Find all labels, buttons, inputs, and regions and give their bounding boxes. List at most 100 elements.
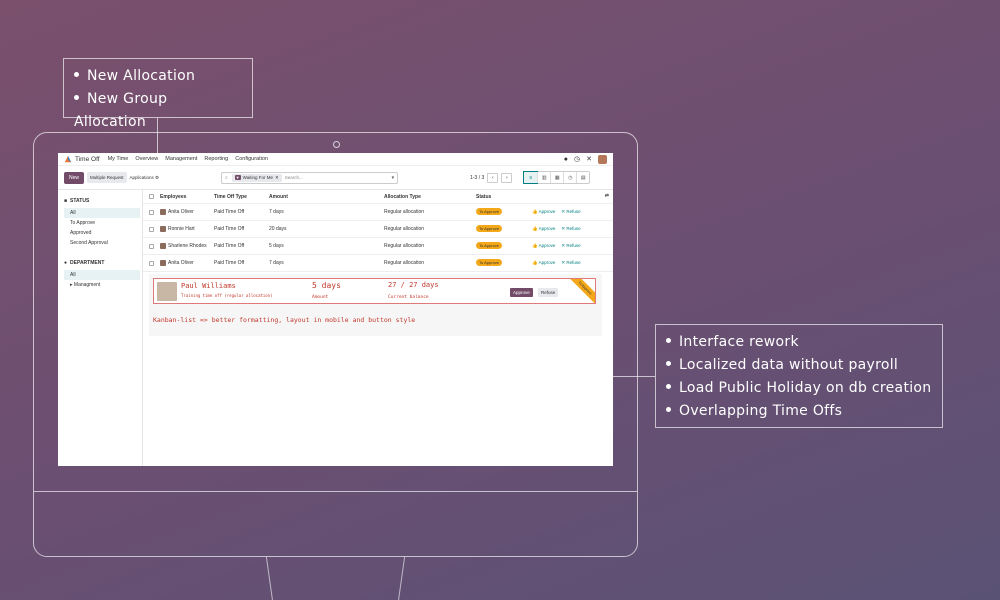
- row-checkbox[interactable]: [149, 243, 154, 249]
- avatar: [160, 226, 166, 232]
- list-view-icon[interactable]: ≡: [523, 171, 539, 184]
- table-row[interactable]: Ronnie Hart Paid Time Off 20 days Regula…: [143, 221, 613, 238]
- status-cell: To Approve: [476, 225, 532, 232]
- employee-cell: Anita Oliver: [160, 209, 214, 215]
- col-allocation-type[interactable]: Allocation Type: [384, 194, 476, 200]
- row-checkbox[interactable]: [149, 226, 154, 232]
- multiple-request-button[interactable]: Multiple Request: [87, 172, 127, 183]
- status-item-approved[interactable]: Approved: [64, 228, 140, 238]
- table-row[interactable]: Sharlene Rhodes Paid Time Off 5 days Reg…: [143, 238, 613, 255]
- status-cell: To Approve: [476, 208, 532, 215]
- department-title: DEPARTMENT: [70, 260, 105, 266]
- feature-callout-improvements: Interface rework Localized data without …: [655, 324, 943, 428]
- control-panel: New Multiple Request Applications ⚙ ⌕ ▼ …: [58, 166, 613, 190]
- pivot-view-icon[interactable]: ▤: [576, 172, 589, 183]
- department-item-managment[interactable]: ▸ Managment: [64, 280, 140, 290]
- monitor-stand: [265, 557, 274, 600]
- kanban-mockup: Paul Williams Training time off (regular…: [149, 274, 602, 336]
- department-item-all[interactable]: All: [64, 270, 140, 280]
- facet-label: Waiting For Me: [242, 175, 273, 180]
- breadcrumb[interactable]: Applications ⚙: [130, 175, 160, 181]
- pager-value[interactable]: 1-3 / 3: [470, 175, 484, 181]
- chat-icon[interactable]: ●: [564, 156, 568, 163]
- new-button[interactable]: New: [64, 171, 85, 184]
- employee-cell: Anita Oliver: [160, 260, 214, 266]
- status-heading: ■ STATUS: [64, 198, 142, 204]
- employee-name: Sharlene Rhodes: [168, 243, 207, 249]
- status-badge: To Approve: [476, 208, 503, 215]
- chevron-down-icon[interactable]: ▾: [392, 175, 395, 181]
- type-cell: Paid Time Off: [214, 209, 245, 215]
- callout-item: Overlapping Time Offs: [666, 400, 932, 423]
- col-status[interactable]: Status: [476, 194, 532, 200]
- row-checkbox[interactable]: [149, 260, 154, 266]
- row-actions: 👍 Approve ✕ Refuse: [532, 209, 581, 215]
- row-actions: 👍 Approve ✕ Refuse: [532, 226, 581, 232]
- kanban-refuse-button[interactable]: Refuse: [538, 288, 559, 297]
- status-cell: To Approve: [476, 259, 532, 266]
- row-checkbox[interactable]: [149, 209, 154, 215]
- calendar-view-icon[interactable]: ▦: [550, 172, 563, 183]
- view-switcher: ≡ ▥ ▦ ◷ ▤: [523, 171, 591, 184]
- time-off-app-icon[interactable]: [64, 155, 72, 163]
- clock-icon[interactable]: ◷: [574, 155, 580, 163]
- refuse-button[interactable]: ✕ Refuse: [561, 243, 580, 249]
- menu-management[interactable]: Management: [165, 156, 197, 162]
- search-input[interactable]: Search...: [285, 175, 303, 180]
- table-row[interactable]: Anita Oliver Paid Time Off 7 days Regula…: [143, 255, 613, 272]
- alloc-cell: Regular allocation: [384, 209, 425, 215]
- avatar: [160, 260, 166, 266]
- status-item-to-approve[interactable]: To Approve: [64, 218, 140, 228]
- alloc-cell: Regular allocation: [384, 226, 425, 232]
- user-avatar[interactable]: [598, 154, 607, 164]
- approve-button[interactable]: 👍 Approve: [532, 226, 555, 232]
- status-badge: To Approve: [476, 259, 503, 266]
- callout-item: New Allocation: [74, 65, 242, 88]
- amount-cell: 5 days: [269, 243, 284, 249]
- refuse-button[interactable]: ✕ Refuse: [561, 209, 580, 215]
- col-amount[interactable]: Amount: [269, 194, 384, 200]
- kanban-view-icon[interactable]: ▥: [537, 172, 550, 183]
- refuse-button[interactable]: ✕ Refuse: [561, 260, 580, 266]
- kanban-card[interactable]: Paul Williams Training time off (regular…: [153, 278, 596, 304]
- filter-icon: ▼: [234, 175, 241, 180]
- tools-icon[interactable]: ✕: [586, 155, 592, 163]
- status-title: STATUS: [70, 198, 90, 204]
- status-badge: To Approve: [476, 242, 503, 249]
- kanban-approve-button[interactable]: Approve: [510, 288, 533, 297]
- select-all-checkbox[interactable]: [149, 194, 154, 199]
- status-item-all[interactable]: All: [64, 208, 140, 218]
- activity-view-icon[interactable]: ◷: [563, 172, 576, 183]
- monitor-stand: [397, 557, 406, 600]
- menu-my-time[interactable]: My Time: [108, 156, 129, 162]
- kanban-amount: 5 days: [312, 281, 341, 290]
- pager: 1-3 / 3 ‹ ›: [470, 172, 513, 183]
- close-icon[interactable]: ✕: [275, 175, 279, 181]
- menu-overview[interactable]: Overview: [135, 156, 158, 162]
- approve-button[interactable]: 👍 Approve: [532, 260, 555, 266]
- col-time-off-type[interactable]: Time Off Type: [214, 194, 269, 200]
- alloc-cell: Regular allocation: [384, 260, 425, 266]
- avatar: [160, 243, 166, 249]
- search-bar[interactable]: ⌕ ▼ Waiting For Me ✕ Search... ▾: [221, 171, 399, 184]
- menu-configuration[interactable]: Configuration: [235, 156, 268, 162]
- employee-name: Anita Oliver: [168, 209, 194, 215]
- type-cell: Paid Time Off: [214, 226, 245, 232]
- chevron-left-icon[interactable]: ‹: [487, 172, 499, 183]
- approve-button[interactable]: 👍 Approve: [532, 209, 555, 215]
- status-badge: To Approve: [476, 225, 503, 232]
- top-navbar: Time Off My Time Overview Management Rep…: [58, 153, 613, 166]
- app-name[interactable]: Time Off: [75, 156, 100, 163]
- search-facet[interactable]: ▼ Waiting For Me ✕: [231, 173, 282, 182]
- refuse-button[interactable]: ✕ Refuse: [561, 226, 580, 232]
- approve-button[interactable]: 👍 Approve: [532, 243, 555, 249]
- status-ribbon: To Approve: [568, 279, 595, 303]
- status-item-second-approval[interactable]: Second Approval: [64, 238, 140, 248]
- col-employees[interactable]: Employees: [160, 194, 214, 200]
- menu-reporting[interactable]: Reporting: [204, 156, 228, 162]
- employee-name: Anita Oliver: [168, 260, 194, 266]
- column-options-icon[interactable]: ⇄: [605, 193, 609, 199]
- list-view: Employees Time Off Type Amount Allocatio…: [143, 190, 613, 466]
- chevron-right-icon[interactable]: ›: [501, 172, 513, 183]
- table-row[interactable]: Anita Oliver Paid Time Off 7 days Regula…: [143, 204, 613, 221]
